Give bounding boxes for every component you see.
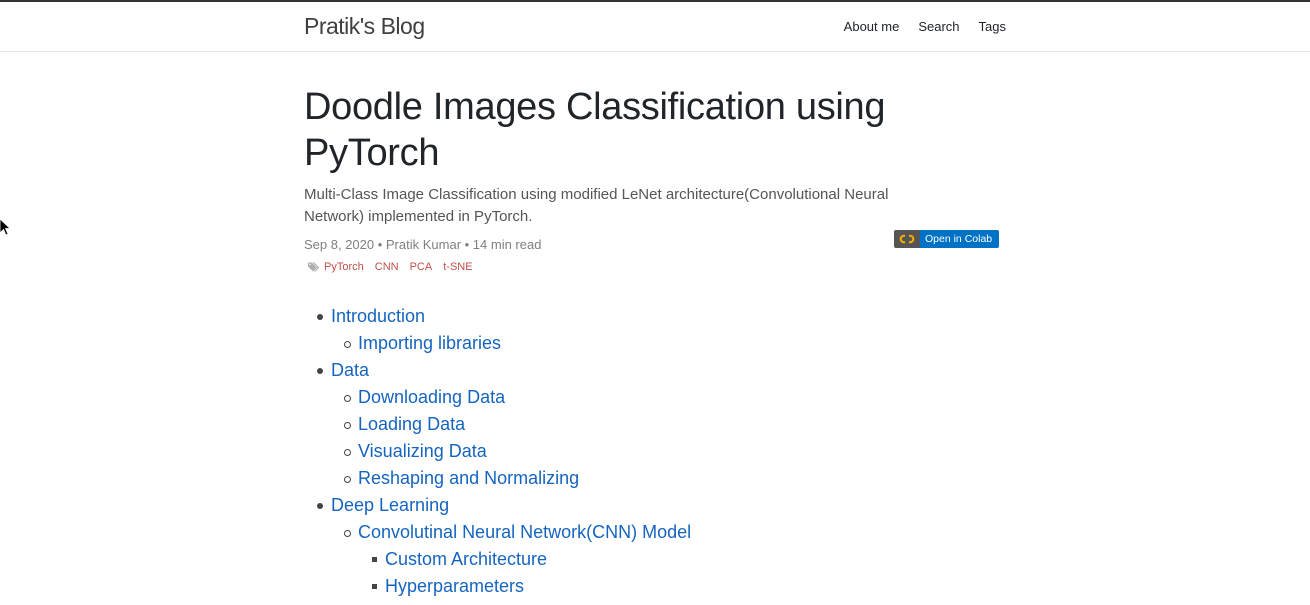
toc-item: Loading Data: [304, 411, 691, 438]
mouse-cursor-icon: [0, 219, 10, 236]
toc-link[interactable]: Custom Architecture: [385, 549, 547, 569]
navbar: Pratik's Blog About me Search Tags: [0, 2, 1310, 52]
disc-bullet-icon: [317, 503, 323, 509]
toc-item: Visualizing Data: [304, 438, 691, 465]
square-bullet-icon: [372, 584, 377, 589]
toc-item: Introduction: [304, 303, 691, 330]
nav-link-about[interactable]: About me: [844, 19, 900, 34]
nav-link-search[interactable]: Search: [918, 19, 959, 34]
circle-bullet-icon: [344, 422, 351, 429]
toc-item: Downloading Data: [304, 384, 691, 411]
tag-link-cnn[interactable]: CNN: [375, 261, 399, 273]
toc-link[interactable]: Introduction: [331, 306, 425, 326]
nav-links: About me Search Tags: [825, 19, 1006, 34]
toc-link[interactable]: Deep Learning: [331, 495, 449, 515]
toc-link[interactable]: Data: [331, 360, 369, 380]
toc-item: Hyperparameters: [304, 573, 691, 600]
colab-badge-label: Open in Colab: [920, 230, 999, 248]
toc-link[interactable]: Hyperparameters: [385, 576, 524, 596]
table-of-contents: Introduction Importing libraries Data Downl…: [304, 303, 691, 600]
toc-list: Introduction Importing libraries Data Downl…: [304, 303, 691, 600]
colab-logo-icon: [894, 230, 920, 248]
tags-icon: [308, 262, 321, 272]
square-bullet-icon: [372, 557, 377, 562]
toc-link[interactable]: Convolutinal Neural Network(CNN) Model: [358, 522, 691, 542]
toc-item: Deep Learning: [304, 492, 691, 519]
circle-bullet-icon: [344, 395, 351, 402]
toc-item: Importing libraries: [304, 330, 691, 357]
circle-bullet-icon: [344, 341, 351, 348]
toc-link[interactable]: Visualizing Data: [358, 441, 487, 461]
circle-bullet-icon: [344, 476, 351, 483]
toc-item: Data: [304, 357, 691, 384]
tag-link-pytorch[interactable]: PyTorch: [324, 261, 364, 273]
toc-link[interactable]: Downloading Data: [358, 387, 505, 407]
toc-link[interactable]: Loading Data: [358, 414, 465, 434]
post-title: Doodle Images Classification using PyTor…: [304, 86, 886, 174]
tag-link-pca[interactable]: PCA: [410, 261, 433, 273]
toc-item: Reshaping and Normalizing: [304, 465, 691, 492]
post-tags: PyTorch CNN PCA t-SNE: [304, 261, 1004, 273]
tag-link-tsne[interactable]: t-SNE: [443, 261, 472, 273]
disc-bullet-icon: [317, 314, 323, 320]
toc-link[interactable]: Reshaping and Normalizing: [358, 468, 579, 488]
site-brand-link[interactable]: Pratik's Blog: [304, 13, 425, 40]
toc-item: Custom Architecture: [304, 546, 691, 573]
nav-link-tags[interactable]: Tags: [979, 19, 1006, 34]
disc-bullet-icon: [317, 368, 323, 374]
circle-bullet-icon: [344, 530, 351, 537]
open-in-colab-button[interactable]: Open in Colab: [894, 230, 999, 248]
toc-item: Convolutinal Neural Network(CNN) Model: [304, 519, 691, 546]
post-description: Multi-Class Image Classification using m…: [304, 186, 889, 225]
circle-bullet-icon: [344, 449, 351, 456]
toc-link[interactable]: Importing libraries: [358, 333, 501, 353]
